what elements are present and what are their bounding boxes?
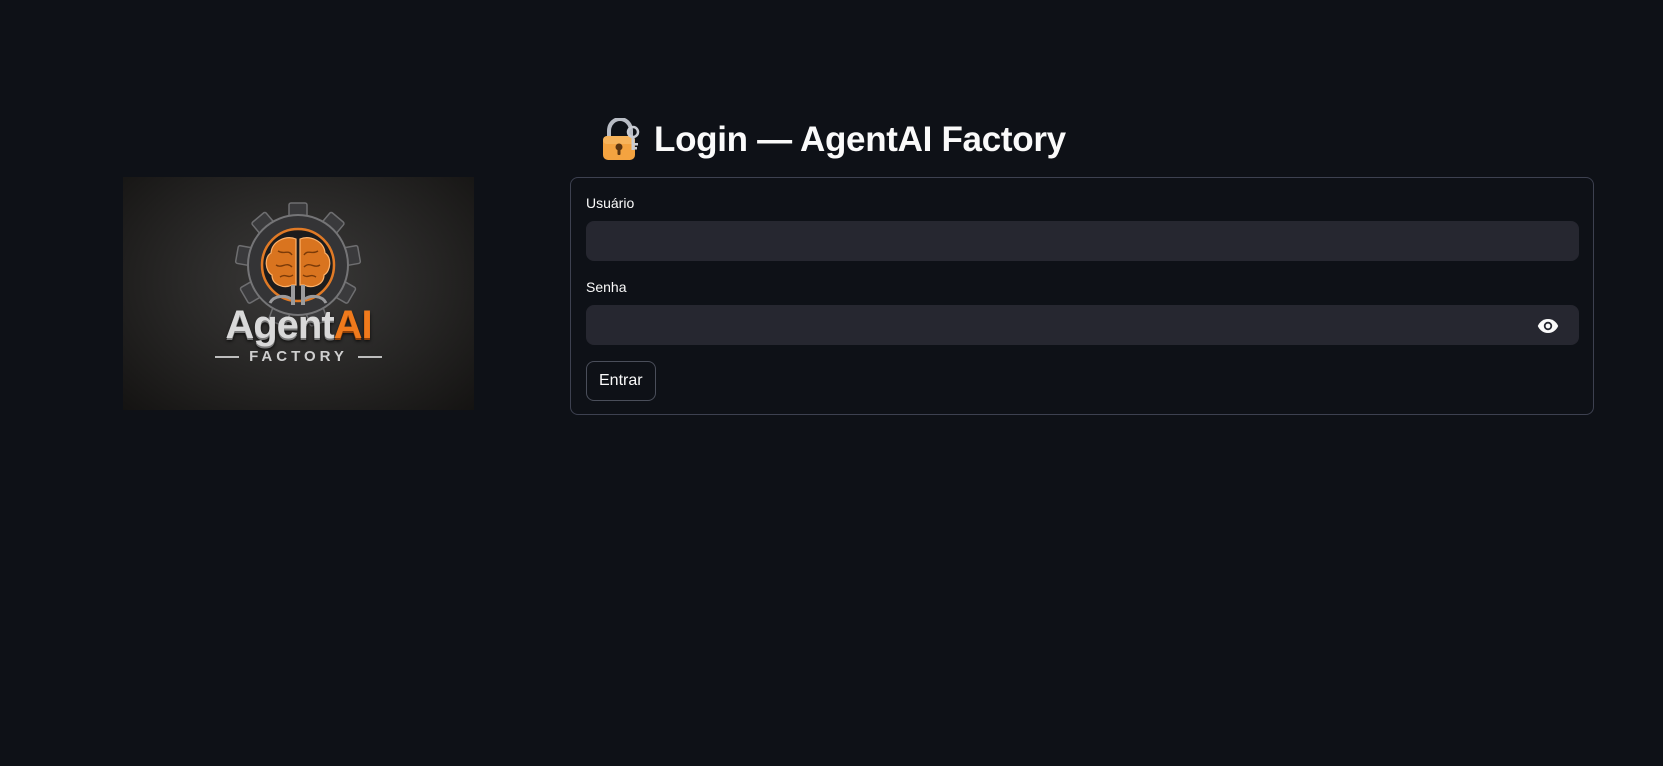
login-submit-button[interactable]: Entrar [586,361,656,401]
page-title: Login — AgentAI Factory [654,120,1066,159]
gear-brain-icon [234,202,362,327]
login-page: AgentAI FACTORY Login — AgentAI Factory … [0,0,1663,766]
show-password-button[interactable] [1536,314,1560,338]
logo-brand-accent: AI [333,303,373,347]
page-header: Login — AgentAI Factory [600,115,1066,165]
logo-rule-right [357,355,382,358]
username-field-container [586,221,1579,261]
logo-brand-sub: FACTORY [249,348,348,365]
username-input[interactable] [587,222,1578,260]
lock-with-key-icon [603,118,640,160]
logo-brand-primary: Agent [225,303,334,347]
eye-icon [1537,319,1559,333]
username-label: Usuário [586,195,635,211]
password-field-container [586,305,1579,345]
logo-rule-left [215,355,240,358]
password-input[interactable] [587,306,1578,344]
logo-wordmark: AgentAI [123,305,474,345]
password-label: Senha [586,279,627,295]
login-form: Usuário Senha Entrar [570,177,1594,415]
logo-image: AgentAI FACTORY [123,177,474,410]
logo-subtitle: FACTORY [123,348,474,365]
